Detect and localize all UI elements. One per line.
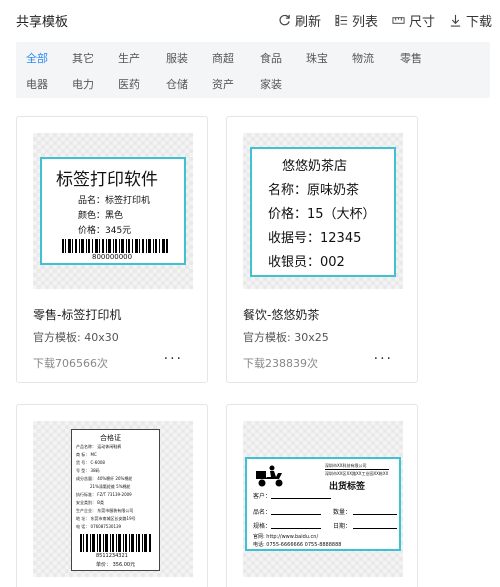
label-preview: 标签打印软件 品名：标签打印机 颜色：黑色 价格：345元 800000000 xyxy=(40,157,186,265)
divider xyxy=(271,528,321,529)
label-line: 价格：345元 xyxy=(78,226,132,236)
list-view-button[interactable]: 列表 xyxy=(335,11,378,30)
size-label: 尺寸 xyxy=(408,15,435,30)
template-size: 官方模板: 40x30 xyxy=(33,331,119,344)
category-logistics[interactable]: 物流 xyxy=(352,50,374,66)
barcode-number: 8511234321 xyxy=(96,553,128,559)
barcode xyxy=(80,534,151,552)
toolbar: 刷新 列表 尺寸 下载 xyxy=(278,11,492,30)
label-line: 品名：标签打印机 xyxy=(78,196,151,206)
label-line: 收据号：12345 xyxy=(268,231,362,246)
template-card[interactable]: 悠悠奶茶店 名称：原味奶茶 价格：15（大杯） 收据号：12345 收银员：00… xyxy=(226,116,418,383)
label-line: 安全类别： B类 xyxy=(76,500,105,505)
size-button[interactable]: 尺寸 xyxy=(392,11,435,30)
template-thumbnail[interactable]: 合格证 产品名称： 运动休闲鞋裤 商 标： MC 货 号： C-6008 号 型… xyxy=(33,421,193,577)
category-power[interactable]: 电力 xyxy=(72,76,94,92)
download-button[interactable]: 下载 xyxy=(449,11,492,30)
download-count: 下载706566次 xyxy=(33,357,108,370)
template-card[interactable]: 深圳市XX科技有限公司 深圳市XX区XX路XX工业园XX栋XX 出货标签 客户：… xyxy=(226,404,418,587)
template-thumbnail[interactable]: 深圳市XX科技有限公司 深圳市XX区XX路XX工业园XX栋XX 出货标签 客户：… xyxy=(243,421,403,577)
quantity-field: 数量： xyxy=(333,509,352,516)
divider xyxy=(353,514,397,515)
label-line: 生产企业： 东莞市服装有限公司 xyxy=(76,508,134,513)
header: 共享模板 刷新 列表 尺寸 下载 xyxy=(0,0,500,40)
category-jewelry[interactable]: 珠宝 xyxy=(306,50,328,66)
category-medicine[interactable]: 医药 xyxy=(118,76,140,92)
category-food[interactable]: 食品 xyxy=(260,50,282,66)
label-line: 电 话： 076087530139 xyxy=(76,524,122,529)
phone: 电话: 0755-6666666 0755-8888888 xyxy=(253,542,342,548)
category-filter: 全部 其它 生产 服装 商超 食品 珠宝 物流 零售 电器 电力 医药 仓储 资… xyxy=(16,42,490,98)
divider xyxy=(271,514,321,515)
label-line: 名称：原味奶茶 xyxy=(268,183,360,198)
refresh-label: 刷新 xyxy=(294,15,321,30)
template-name[interactable]: 餐饮-悠悠奶茶 xyxy=(243,306,319,323)
list-icon xyxy=(335,14,348,27)
label-line: 收银员：002 xyxy=(268,255,345,270)
label-title: 出货标签 xyxy=(329,482,366,492)
delivery-scooter-icon xyxy=(256,465,283,487)
barcode xyxy=(62,239,168,253)
date-field: 日期： xyxy=(333,523,352,530)
label-line: 执行标准： FZ/T 73139-2009 xyxy=(76,492,132,497)
label-line: 价格：15（大杯） xyxy=(268,207,376,222)
company-address: 深圳市XX区XX路XX工业园XX栋XX xyxy=(325,471,389,476)
product-field: 品名： xyxy=(253,509,272,516)
download-count: 下载238839次 xyxy=(243,357,318,370)
template-card[interactable]: 合格证 产品名称： 运动休闲鞋裤 商 标： MC 货 号： C-6008 号 型… xyxy=(16,404,208,587)
category-warehouse[interactable]: 仓储 xyxy=(166,76,188,92)
label-line: 地 址： 东莞市南城区长安路19号 xyxy=(76,516,136,521)
template-thumbnail[interactable]: 标签打印软件 品名：标签打印机 颜色：黑色 价格：345元 800000000 xyxy=(33,133,193,289)
website: 官网: http://www.baidu.cn/ xyxy=(253,534,319,540)
barcode-number: 800000000 xyxy=(92,253,133,261)
label-line: 成分含量： 40%棉纤 26%棉纶 xyxy=(76,476,133,481)
label-line: 产品名称： 运动休闲鞋裤 xyxy=(76,444,122,449)
download-label: 下载 xyxy=(465,15,492,30)
label-preview: 悠悠奶茶店 名称：原味奶茶 价格：15（大杯） 收据号：12345 收银员：00… xyxy=(250,147,396,277)
label-price: 单价： 356.00元 xyxy=(96,562,136,568)
category-production[interactable]: 生产 xyxy=(118,50,140,66)
category-all[interactable]: 全部 xyxy=(26,50,48,66)
page-title: 共享模板 xyxy=(16,15,69,30)
refresh-icon xyxy=(279,14,290,26)
category-other[interactable]: 其它 xyxy=(72,50,94,66)
customer-field: 客户： xyxy=(253,493,272,500)
divider xyxy=(353,528,397,529)
download-icon xyxy=(450,14,461,27)
label-line: 号 型： 38码 xyxy=(76,468,100,473)
template-card[interactable]: 标签打印软件 品名：标签打印机 颜色：黑色 价格：345元 800000000 … xyxy=(16,116,208,383)
label-preview: 深圳市XX科技有限公司 深圳市XX区XX路XX工业园XX栋XX 出货标签 客户：… xyxy=(245,457,401,551)
label-title: 标签打印软件 xyxy=(56,170,158,190)
more-options-button[interactable]: ··· xyxy=(164,351,183,367)
category-supermarket[interactable]: 商超 xyxy=(212,50,234,66)
template-thumbnail[interactable]: 悠悠奶茶店 名称：原味奶茶 价格：15（大杯） 收据号：12345 收银员：00… xyxy=(243,133,403,289)
template-size: 官方模板: 30x25 xyxy=(243,331,329,344)
list-label: 列表 xyxy=(351,15,378,30)
label-title: 合格证 xyxy=(100,434,121,442)
label-title: 悠悠奶茶店 xyxy=(282,159,348,174)
divider xyxy=(271,498,331,499)
category-home[interactable]: 家装 xyxy=(260,76,282,92)
refresh-button[interactable]: 刷新 xyxy=(278,11,321,30)
category-retail[interactable]: 零售 xyxy=(400,50,422,66)
label-preview: 合格证 产品名称： 运动休闲鞋裤 商 标： MC 货 号： C-6008 号 型… xyxy=(71,429,160,571)
category-assets[interactable]: 资产 xyxy=(212,76,234,92)
label-line: 货 号： C-6008 xyxy=(76,460,105,465)
label-line: 颜色：黑色 xyxy=(78,211,124,221)
template-name[interactable]: 零售-标签打印机 xyxy=(33,306,121,323)
divider xyxy=(325,469,389,470)
category-clothing[interactable]: 服装 xyxy=(166,50,188,66)
spec-field: 规格： xyxy=(253,523,272,530)
label-line: 21%涤氨纶维 5%棉纶 xyxy=(90,484,131,489)
ruler-icon xyxy=(392,17,405,24)
category-appliance[interactable]: 电器 xyxy=(26,76,48,92)
more-options-button[interactable]: ··· xyxy=(374,351,393,367)
label-line: 商 标： MC xyxy=(76,452,97,457)
